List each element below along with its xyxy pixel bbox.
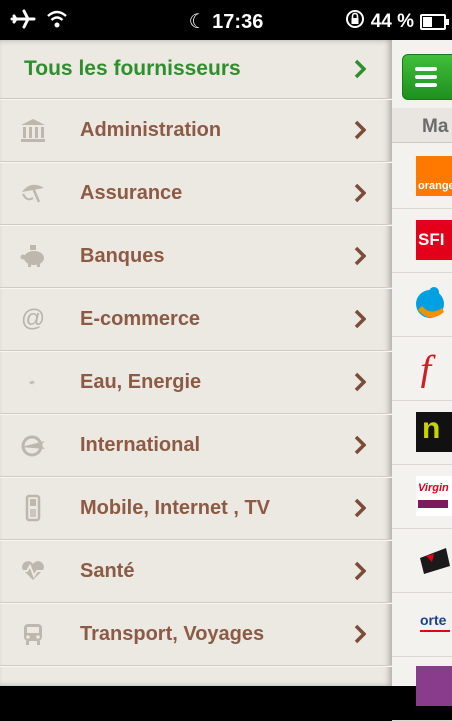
menu-item-assurance[interactable]: Assurance [0,162,392,225]
chevron-right-icon [354,246,366,266]
chevron-right-icon [354,624,366,644]
menu-item-label: Administration [80,118,222,141]
menu-item-sante[interactable]: Santé [0,540,392,603]
at-sign-icon: @ [20,305,46,332]
free-logo: f [420,348,432,388]
chevron-right-icon [354,59,366,79]
provider-row-ortel-mobile[interactable]: orte [392,592,452,657]
menu-item-transport-voyages[interactable]: Transport, Voyages [0,603,392,666]
provider-row-numericable[interactable]: n [392,400,452,465]
globe-plane-icon [18,430,48,460]
lightning-icon [18,367,48,397]
menu-item-label: Mobile, Internet , TV [80,496,271,519]
provider-row-nrj-mobile[interactable] [392,528,452,593]
ortel-mobile-logo: orte [416,604,452,644]
menu-item-all-providers[interactable]: Tous les fournisseurs [0,40,392,99]
provider-row-sfr[interactable]: SFI [392,208,452,273]
provider-list-panel: Ma orange SFI f n Virgin orte [392,40,452,721]
menu-item-mobile-internet-tv[interactable]: Mobile, Internet , TV [0,477,392,540]
provider-row-partial[interactable] [392,656,452,721]
nrj-mobile-logo [416,540,452,580]
menu-item-banques[interactable]: Banques [0,225,392,288]
chevron-right-icon [354,372,366,392]
rotation-lock-icon [345,9,365,35]
menu-item-label: International [80,433,201,456]
status-bar: ☾ 17:36 44 % [0,0,452,40]
provider-category-menu: Tous les fournisseurs Administration Ass… [0,40,392,686]
piggy-bank-icon [18,241,48,271]
sfr-logo: SFI [416,220,452,260]
chevron-right-icon [354,120,366,140]
provider-row-bouygues[interactable] [392,272,452,337]
bank-icon [18,115,48,145]
menu-item-label: Tous les fournisseurs [24,57,241,80]
provider-row-free[interactable]: f [392,336,452,401]
menu-item-administration[interactable]: Administration [0,99,392,162]
mobile-phone-icon [18,493,48,523]
battery-percent: 44 % [370,11,414,32]
battery-icon [420,14,449,30]
moon-icon: ☾ [188,11,207,33]
menu-toggle-button[interactable] [402,54,452,100]
bouygues-logo [416,284,452,324]
menu-item-label: Santé [80,559,135,582]
provider-row-virgin-mobile[interactable]: Virgin [392,464,452,529]
menu-item-e-commerce[interactable]: @ E-commerce [0,288,392,351]
umbrella-icon [18,178,48,208]
chevron-right-icon [354,309,366,329]
chevron-right-icon [354,435,366,455]
menu-item-label: Assurance [80,181,183,204]
heartbeat-icon [18,556,48,586]
menu-item-label: Transport, Voyages [80,622,265,645]
menu-item-label: E-commerce [80,307,201,330]
chevron-right-icon [354,561,366,581]
partial-logo [416,666,452,706]
battery-fill [423,17,432,27]
menu-item-eau-energie[interactable]: Eau, Energie [0,351,392,414]
menu-item-label: Eau, Energie [80,370,202,393]
bus-icon [18,619,48,649]
provider-row-orange[interactable]: orange [392,144,452,209]
menu-item-label: Banques [80,244,165,267]
chevron-right-icon [354,498,366,518]
numericable-logo: n [416,412,452,452]
virgin-mobile-logo: Virgin [416,476,452,516]
chevron-right-icon [354,183,366,203]
orange-logo: orange [416,156,452,196]
panel-tab-bar[interactable]: Ma [392,108,452,143]
time-label: 17:36 [212,11,264,33]
menu-item-international[interactable]: International [0,414,392,477]
tab-label: Ma [422,116,449,137]
status-right: 44 % [345,9,449,35]
